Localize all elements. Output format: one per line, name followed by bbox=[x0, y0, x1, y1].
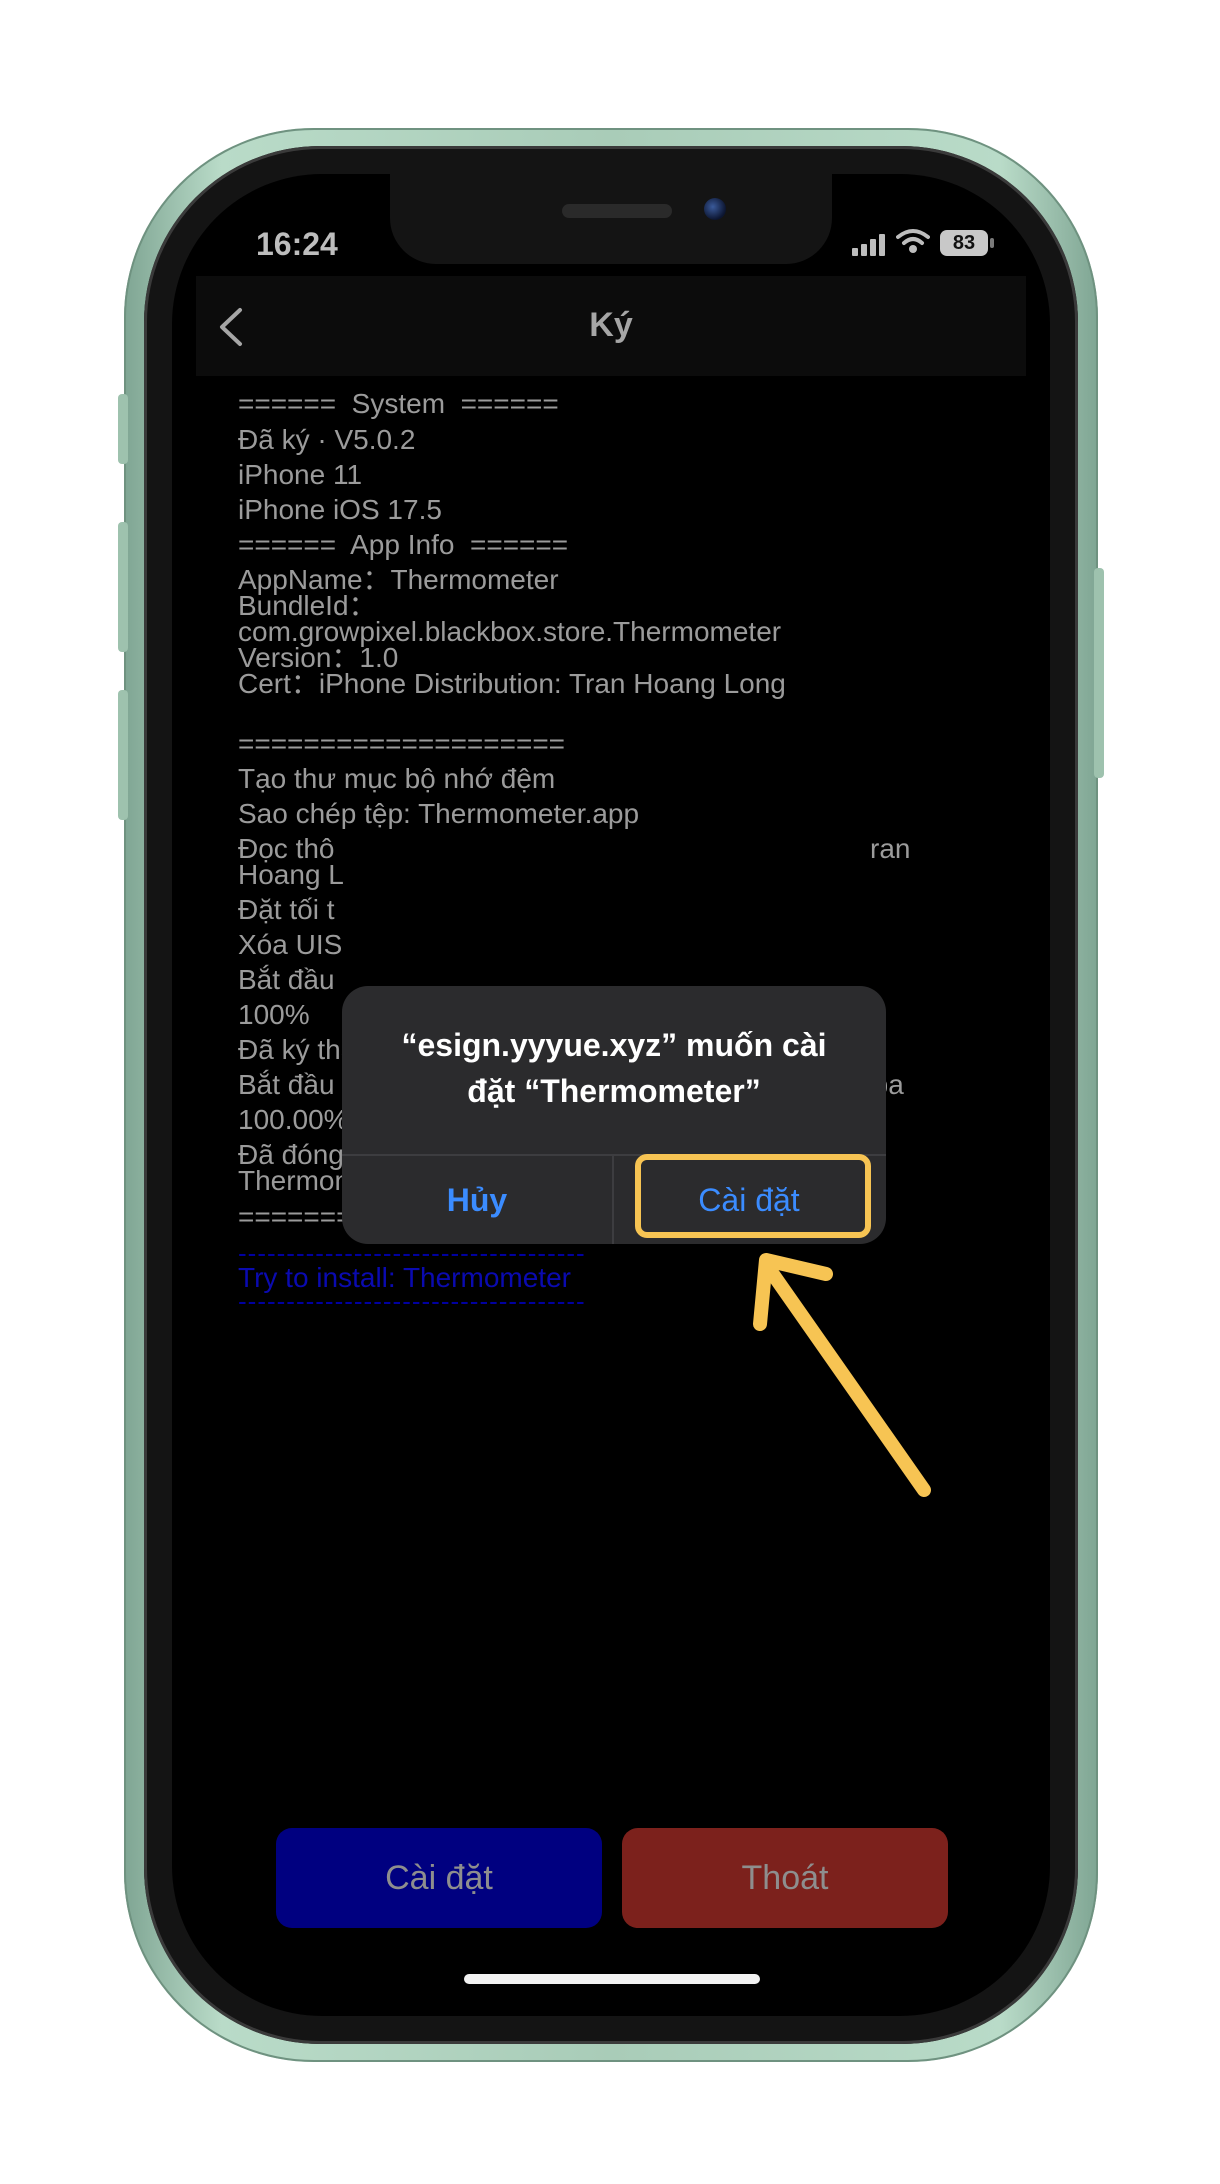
log-line: Bắt đầu bbox=[238, 964, 335, 995]
dashed-divider: ------------------------------------ bbox=[238, 1286, 586, 1316]
log-line: Xóa UIS bbox=[238, 929, 343, 960]
alert-title: “esign.yyyue.xyz” muốn cài đặt “Thermome… bbox=[366, 1022, 862, 1114]
page-title: Ký bbox=[589, 306, 633, 344]
notch bbox=[390, 174, 832, 264]
arrow-icon bbox=[753, 1253, 931, 1497]
log-line: ==================== bbox=[238, 728, 566, 759]
log-line: Đã ký · V5.0.2 bbox=[238, 424, 416, 455]
speaker-grille bbox=[562, 204, 672, 218]
log-line: Sao chép tệp: Thermometer.app bbox=[238, 798, 640, 829]
alert-title-line: đặt “Thermometer” bbox=[467, 1073, 761, 1109]
log-line: 100.00% bbox=[238, 1104, 349, 1135]
signal-icon bbox=[852, 234, 885, 256]
phone-screen: 16:24 83 Ký ====== System ====== Đã ký ·… bbox=[172, 174, 1050, 2016]
wifi-icon bbox=[896, 229, 930, 253]
volume-up-button bbox=[118, 522, 128, 652]
alert-title-line: “esign.yyyue.xyz” muốn cài bbox=[401, 1027, 827, 1063]
nav-bar: Ký bbox=[196, 276, 1026, 376]
battery-icon: 83 bbox=[940, 230, 988, 256]
volume-down-button bbox=[118, 690, 128, 820]
log-line: Hoang L bbox=[238, 859, 344, 890]
power-button bbox=[1094, 568, 1104, 778]
log-line: ====== App Info ====== bbox=[238, 529, 569, 560]
front-camera bbox=[704, 198, 726, 220]
log-line: ran bbox=[870, 833, 911, 864]
highlight-box bbox=[635, 1154, 871, 1238]
install-button[interactable]: Cài đặt bbox=[276, 1828, 602, 1928]
log-line: Đặt tối t bbox=[238, 894, 335, 925]
exit-button[interactable]: Thoát bbox=[622, 1828, 948, 1928]
mute-switch bbox=[118, 394, 128, 464]
home-indicator[interactable] bbox=[464, 1974, 760, 1984]
battery-nub bbox=[990, 238, 994, 248]
log-line: Cert：iPhone Distribution: Tran Hoang Lon… bbox=[238, 668, 786, 699]
alert-cancel-button[interactable]: Hủy bbox=[342, 1156, 612, 1244]
log-line: iPhone iOS 17.5 bbox=[238, 494, 442, 525]
log-line: 100% bbox=[238, 999, 310, 1030]
log-line: iPhone 11 bbox=[238, 459, 363, 490]
status-time: 16:24 bbox=[256, 226, 338, 262]
log-line: Tạo thư mục bộ nhớ đệm bbox=[238, 763, 556, 794]
log-line: ====== System ====== bbox=[238, 388, 559, 419]
